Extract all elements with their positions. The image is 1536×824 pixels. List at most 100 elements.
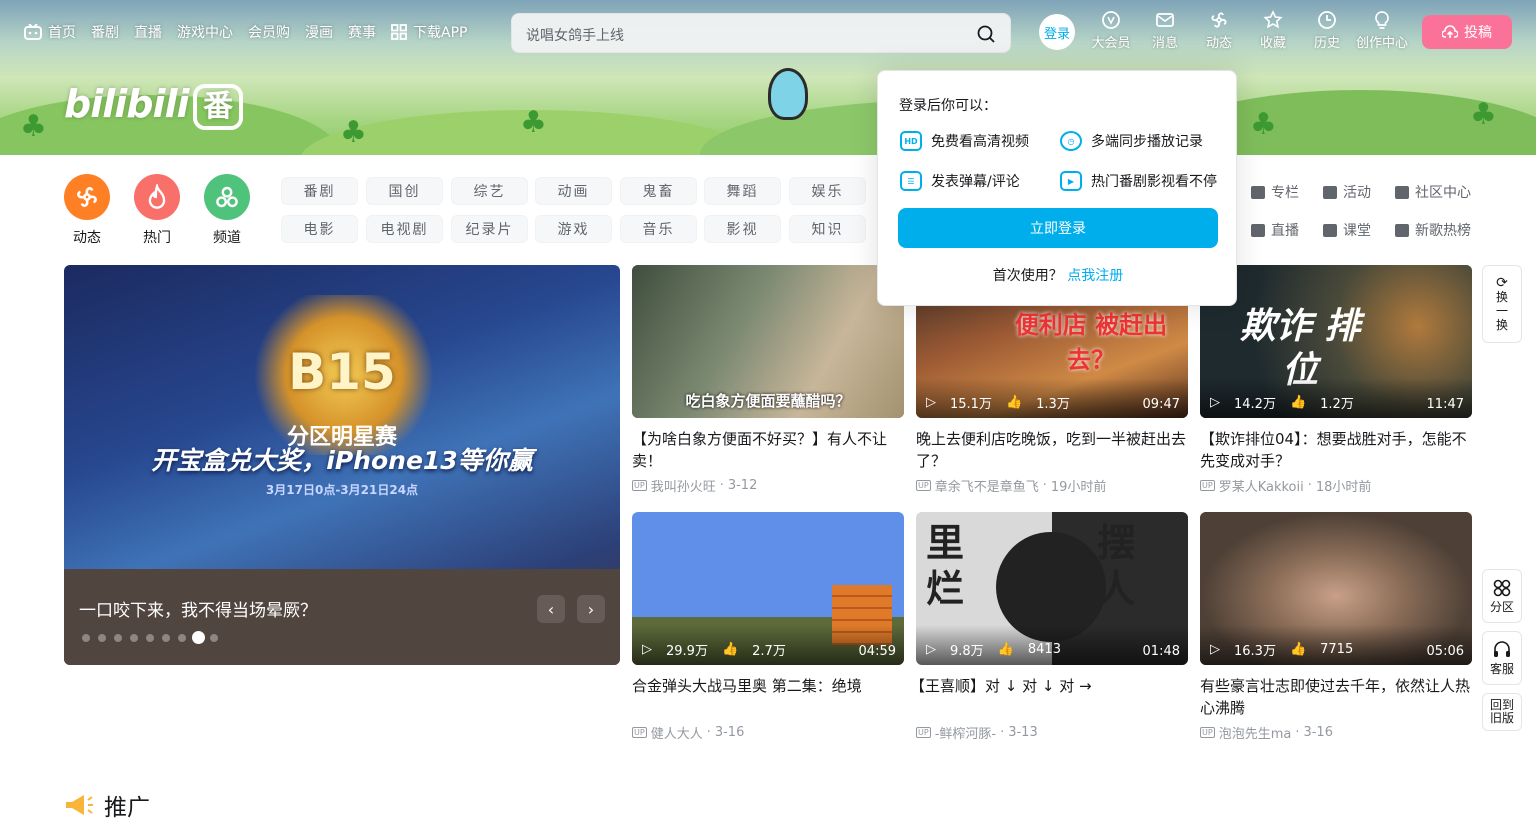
nav-game-center[interactable]: 游戏中心 <box>177 22 233 42</box>
link-activity[interactable]: 活动 <box>1323 182 1371 202</box>
nav-creator-center[interactable]: 创作中心 <box>1354 10 1410 51</box>
channel-tag[interactable]: 影视 <box>704 215 781 243</box>
video-thumbnail[interactable]: ▷ 16.3万 👍 7715 05:06 <box>1200 512 1472 665</box>
carousel-dot[interactable] <box>146 634 154 642</box>
nav-messages[interactable]: 消息 <box>1137 10 1193 51</box>
video-title[interactable]: 合金弹头大战马里奥 第二集：绝境 <box>632 675 904 697</box>
channel-circle-button[interactable] <box>204 174 250 220</box>
video-author[interactable]: 罗某人Kakkoii <box>1219 476 1304 495</box>
channel-tag[interactable]: 番剧 <box>281 177 358 205</box>
video-title[interactable]: 晚上去便利店吃晚饭，吃到一半被赶出去了？ <box>916 428 1188 472</box>
link-live[interactable]: 直播 <box>1251 220 1299 240</box>
zone-button[interactable]: 分区 <box>1482 569 1522 623</box>
channel-tag[interactable]: 综艺 <box>451 177 528 205</box>
nav-mall[interactable]: 会员购 <box>248 22 290 42</box>
channel-tag[interactable]: 娱乐 <box>789 177 866 205</box>
old-version-button[interactable]: 回到旧版 <box>1482 693 1522 731</box>
login-now-button[interactable]: 立即登录 <box>898 208 1218 248</box>
nav-dynamics[interactable]: 动态 <box>1191 10 1247 51</box>
channel-tag[interactable]: 舞蹈 <box>704 177 781 205</box>
video-meta: UP 泡泡先生ma · 3-16 <box>1200 723 1472 742</box>
nav-vip[interactable]: 大会员 <box>1083 10 1139 51</box>
video-title[interactable]: 【王喜顺】对 ↓ 对 ↓ 对 → <box>910 675 1182 697</box>
channel-tag[interactable]: 动画 <box>535 177 612 205</box>
nav-manga[interactable]: 漫画 <box>305 22 333 42</box>
carousel-dot[interactable] <box>98 634 106 642</box>
link-classroom[interactable]: 课堂 <box>1323 220 1371 240</box>
search-icon[interactable] <box>976 24 996 44</box>
like-icon: 👍 <box>1289 642 1307 657</box>
poster-badge: B15 <box>288 343 396 401</box>
hot-circle-button[interactable] <box>134 174 180 220</box>
nav-bangumi[interactable]: 番剧 <box>91 22 119 42</box>
video-thumbnail[interactable]: 里 摆 烂 人 ▷ 9.8万 👍 8413 01:48 <box>916 512 1188 665</box>
channel-tag[interactable]: 纪录片 <box>451 215 528 243</box>
dynamics-circle-button[interactable] <box>64 174 110 220</box>
video-title[interactable]: 有些豪言壮志即使过去千年，依然让人热心沸腾 <box>1200 675 1472 719</box>
promo-section-header: 推广 <box>64 788 150 822</box>
up-badge-icon: UP <box>632 727 647 738</box>
link-community[interactable]: 社区中心 <box>1395 182 1471 202</box>
thumbnail-caption: 吃白象方便面要蘸醋吗？ <box>685 392 851 410</box>
like-count: 1.2万 <box>1320 397 1354 412</box>
header-banner: ♣ ♣ ♣ ♣ ♣ 首页 番剧 直播 游戏中心 会员购 漫画 赛事 下载APP … <box>0 0 1536 155</box>
hero-carousel[interactable]: B15 分区明星赛 开宝盒兑大奖，iPhone13等你赢 3月17日0点-3月2… <box>64 265 620 665</box>
video-author[interactable]: 健人大人 <box>651 723 703 742</box>
video-author[interactable]: -鲜榨河豚- <box>935 723 996 742</box>
carousel-dot-active[interactable] <box>192 631 205 644</box>
carousel-dot[interactable] <box>210 634 218 642</box>
video-thumbnail[interactable]: 吃白象方便面要蘸醋吗？ <box>632 265 904 418</box>
channel-tag[interactable]: 国创 <box>366 177 443 205</box>
channel-tag[interactable]: 知识 <box>789 215 866 243</box>
nav-creator-center-label: 创作中心 <box>1355 36 1408 51</box>
refresh-label: 换一换 <box>1495 290 1508 332</box>
login-avatar-button[interactable]: 登录 <box>1039 14 1075 50</box>
carousel-dot[interactable] <box>178 634 186 642</box>
video-title[interactable]: 【欺诈排位04】：想要战胜对手，怎能不先变成对手？ <box>1200 428 1472 472</box>
carousel-prev-button[interactable]: ‹ <box>537 595 565 623</box>
video-title[interactable]: 【为啥白象方便面不好买？】有人不让卖！ <box>632 428 904 472</box>
link-live-label: 直播 <box>1271 223 1299 239</box>
nav-live[interactable]: 直播 <box>134 22 162 42</box>
flag-icon <box>1323 185 1337 199</box>
video-author[interactable]: 章余飞不是章鱼飞 <box>935 476 1039 495</box>
nav-home[interactable]: 首页 <box>24 22 76 42</box>
fire-icon <box>148 184 166 209</box>
channel-tag[interactable]: 游戏 <box>535 215 612 243</box>
play-count-icon: ▷ <box>642 642 652 657</box>
nav-esports[interactable]: 赛事 <box>348 22 376 42</box>
carousel-dot[interactable] <box>162 634 170 642</box>
video-thumbnail[interactable]: ▷ 29.9万 👍 2.7万 04:59 <box>632 512 904 665</box>
carousel-dot[interactable] <box>130 634 138 642</box>
channel-tag[interactable]: 鬼畜 <box>620 177 697 205</box>
nav-vip-label: 大会员 <box>1091 36 1131 51</box>
video-author[interactable]: 我叫孙火旺 <box>651 476 716 495</box>
video-thumbnail[interactable]: 欺诈 排位 ▷ 14.2万 👍 1.2万 11:47 <box>1200 265 1472 418</box>
customer-service-button[interactable]: 客服 <box>1482 631 1522 685</box>
carousel-dot[interactable] <box>82 634 90 642</box>
nav-download-app[interactable]: 下载APP <box>391 22 467 42</box>
bilibili-logo[interactable]: bilibili 番 <box>64 82 243 130</box>
link-hot-songs[interactable]: 新歌热榜 <box>1395 220 1471 240</box>
up-badge-icon: UP <box>1200 480 1215 491</box>
channel-tag[interactable]: 电影 <box>281 215 358 243</box>
link-column[interactable]: 专栏 <box>1251 182 1299 202</box>
channel-tag[interactable]: 电视剧 <box>366 215 443 243</box>
carousel-next-button[interactable]: › <box>577 595 605 623</box>
carousel-dot[interactable] <box>114 634 122 642</box>
column-icon <box>1251 185 1265 199</box>
video-meta: UP 罗某人Kakkoii · 18小时前 <box>1200 476 1472 495</box>
nav-favorites[interactable]: 收藏 <box>1245 10 1301 51</box>
channel-tag[interactable]: 音乐 <box>620 215 697 243</box>
video-author[interactable]: 泡泡先生ma <box>1219 723 1292 742</box>
meta-separator: · <box>1042 478 1047 493</box>
carousel-title[interactable]: 一口咬下来，我不得当场晕厥？ <box>79 596 317 621</box>
register-link[interactable]: 点我注册 <box>1067 268 1123 284</box>
upload-button[interactable]: 投稿 <box>1422 15 1512 49</box>
video-duration: 11:47 <box>1426 397 1464 412</box>
refresh-button[interactable]: ⟳ 换一换 <box>1482 265 1522 343</box>
play-count: 29.9万 <box>666 644 708 659</box>
search-input[interactable]: 说唱女鸽手上线 <box>526 25 624 45</box>
nav-history[interactable]: 历史 <box>1299 10 1355 51</box>
search-box[interactable]: 说唱女鸽手上线 <box>511 13 1011 53</box>
